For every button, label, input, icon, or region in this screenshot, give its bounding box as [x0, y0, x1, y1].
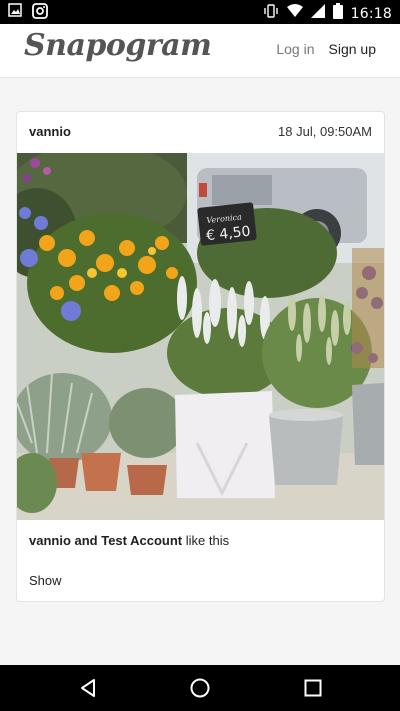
recents-icon[interactable] [301, 676, 325, 700]
likes-text: vannio and Test Account like this [29, 533, 229, 548]
gallery-icon [8, 3, 22, 24]
likes-suffix: like this [182, 533, 230, 548]
signal-icon [310, 4, 325, 23]
back-icon[interactable] [76, 676, 100, 700]
app-header: Snapogram Log in Sign up [0, 24, 400, 78]
wifi-icon [286, 4, 303, 23]
post-header: vannio 18 Jul, 09:50AM [17, 112, 384, 153]
brand-logo[interactable]: Snapogram [24, 28, 212, 63]
header-nav: Log in Sign up [276, 41, 376, 57]
signup-link[interactable]: Sign up [329, 41, 376, 57]
login-link[interactable]: Log in [276, 41, 314, 57]
likes-names[interactable]: vannio and Test Account [29, 533, 182, 548]
vibrate-icon [263, 3, 279, 24]
status-bar: 16:18 [0, 0, 400, 24]
instagram-icon [32, 3, 48, 24]
home-icon[interactable] [188, 676, 212, 700]
post-card: vannio 18 Jul, 09:50AM Veronica € 4,50 v… [16, 111, 385, 602]
post-photo[interactable]: Veronica € 4,50 [17, 153, 384, 520]
system-nav-bar [0, 665, 400, 711]
battery-icon [332, 3, 343, 24]
show-comments-button[interactable]: Show [29, 573, 62, 588]
post-timestamp: 18 Jul, 09:50AM [278, 124, 372, 139]
status-time: 16:18 [350, 5, 392, 22]
post-username[interactable]: vannio [29, 124, 71, 139]
